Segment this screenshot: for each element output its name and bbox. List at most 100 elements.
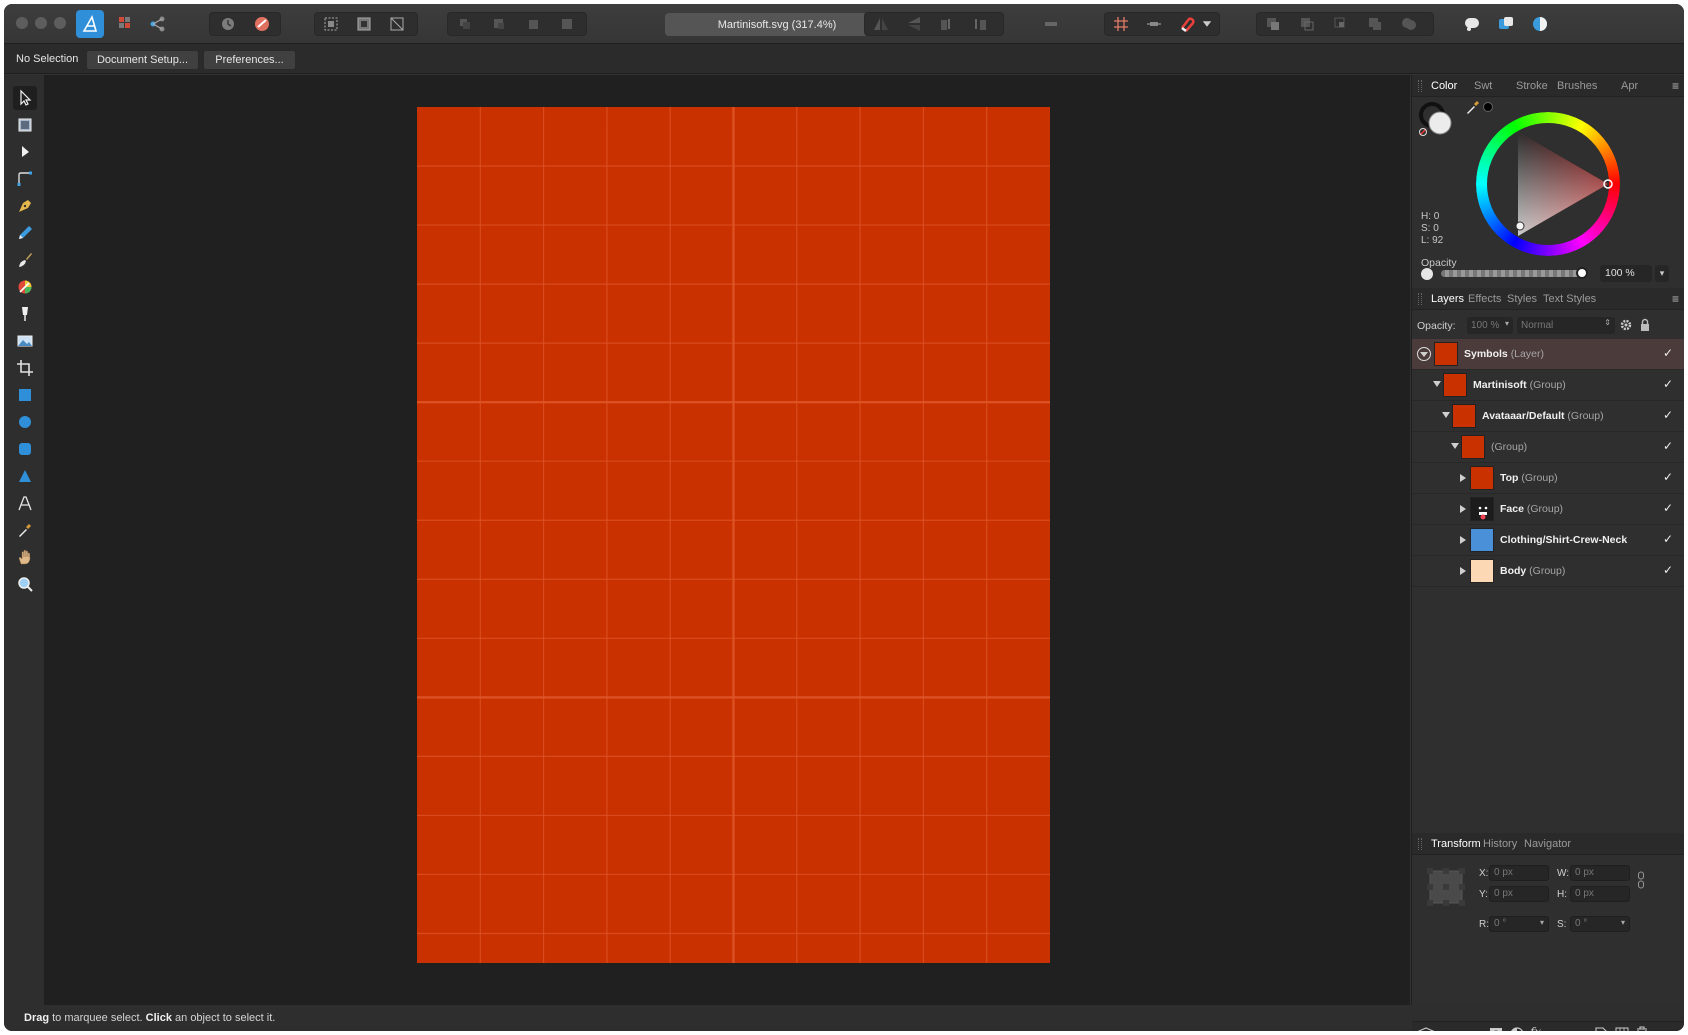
flip-horizontal-icon[interactable] (868, 12, 894, 36)
document-title[interactable]: Martinisoft.svg (317.4%) (665, 13, 889, 36)
node-tool-icon[interactable] (13, 140, 37, 164)
color-picker-tool-icon[interactable] (13, 518, 37, 542)
select-all-icon[interactable] (318, 12, 344, 36)
tab-transform[interactable]: Transform (1431, 838, 1481, 850)
xor-icon[interactable] (1362, 12, 1388, 36)
move-back-one-icon[interactable] (486, 12, 512, 36)
color-swatch-icon[interactable] (1527, 12, 1553, 36)
expand-chevron-right-icon[interactable] (1460, 474, 1466, 482)
tab-history[interactable]: History (1483, 838, 1517, 850)
place-image-tool-icon[interactable] (13, 329, 37, 353)
document-setup-button[interactable]: Document Setup... (86, 50, 199, 70)
anchor-point-selector[interactable] (1426, 867, 1466, 907)
grid-icon[interactable] (1108, 12, 1134, 36)
mask-icon[interactable] (1489, 1027, 1503, 1031)
layer-settings-gear-icon[interactable] (1619, 318, 1633, 332)
select-same-icon[interactable] (384, 12, 410, 36)
move-to-front-icon[interactable] (554, 12, 580, 36)
tab-styles[interactable]: Styles (1507, 293, 1537, 305)
opacity-dropdown-chevron-down-icon[interactable]: ▾ (1655, 265, 1669, 282)
w-field[interactable]: 0 px (1570, 865, 1630, 881)
rotation-field[interactable]: 0 ° ▾ (1489, 916, 1549, 932)
flip-vertical-icon[interactable] (901, 12, 927, 36)
snapping-icon[interactable] (249, 12, 275, 36)
h-field[interactable]: 0 px (1570, 886, 1630, 902)
layer-visibility-checkbox[interactable]: ✓ (1663, 564, 1675, 576)
align-middle-icon[interactable] (1141, 12, 1167, 36)
preferences-button[interactable]: Preferences... (203, 50, 296, 70)
collapse-chevron-down-icon[interactable] (1433, 381, 1441, 387)
rectangle-tool-icon[interactable] (13, 383, 37, 407)
y-field[interactable]: 0 px (1489, 886, 1549, 902)
tab-appearance[interactable]: Apr (1621, 80, 1638, 92)
close-window-button[interactable] (16, 17, 28, 29)
snapping-options-chevron-down-icon[interactable] (1200, 12, 1214, 36)
hand-tool-icon[interactable] (13, 545, 37, 569)
artboard-tool-icon[interactable] (13, 113, 37, 137)
align-icon[interactable] (1038, 12, 1064, 36)
fx-icon[interactable]: fx (1530, 1025, 1541, 1031)
tab-text-styles[interactable]: Text Styles (1543, 293, 1596, 305)
crop-tool-icon[interactable] (13, 356, 37, 380)
expand-chevron-right-icon[interactable] (1460, 567, 1466, 575)
artboard[interactable] (417, 107, 1050, 963)
vector-brush-tool-icon[interactable] (13, 248, 37, 272)
panel-menu-icon[interactable]: ≡ (1672, 79, 1679, 93)
fill-tool-icon[interactable] (13, 275, 37, 299)
layer-visibility-checkbox[interactable]: ✓ (1663, 347, 1675, 359)
collapse-chevron-down-icon[interactable] (1451, 443, 1459, 449)
layer-row[interactable]: Symbols (Layer) ✓ (1412, 339, 1684, 370)
layer-visibility-checkbox[interactable]: ✓ (1663, 440, 1675, 452)
adjustment-icon[interactable] (1510, 1027, 1524, 1031)
tab-layers[interactable]: Layers (1431, 293, 1464, 305)
move-to-back-icon[interactable] (452, 12, 478, 36)
move-forward-one-icon[interactable] (520, 12, 546, 36)
opacity-slider-handle[interactable] (1576, 267, 1588, 279)
tab-brushes[interactable]: Brushes (1557, 80, 1597, 92)
zoom-window-button[interactable] (54, 17, 66, 29)
add-group-icon[interactable] (1615, 1027, 1629, 1031)
layer-row[interactable]: Clothing/Shirt-Crew-Neck ✓ (1412, 525, 1684, 556)
panel-menu-icon[interactable]: ≡ (1672, 292, 1679, 306)
layer-row[interactable]: Avataaar/Default (Group) ✓ (1412, 401, 1684, 432)
panel-grip[interactable] (1418, 293, 1422, 305)
collapse-chevron-down-icon[interactable] (1442, 412, 1450, 418)
layer-row[interactable]: Martinisoft (Group) ✓ (1412, 370, 1684, 401)
add-layer-icon[interactable] (1595, 1027, 1607, 1031)
layer-visibility-checkbox[interactable]: ✓ (1663, 409, 1675, 421)
layer-row[interactable]: Top (Group) ✓ (1412, 463, 1684, 494)
expand-chevron-right-icon[interactable] (1460, 505, 1466, 513)
zoom-tool-icon[interactable] (13, 572, 37, 596)
tab-stroke[interactable]: Stroke (1516, 80, 1548, 92)
layer-visibility-checkbox[interactable]: ✓ (1663, 502, 1675, 514)
layer-visibility-checkbox[interactable]: ✓ (1663, 533, 1675, 545)
export-persona-icon[interactable] (145, 12, 171, 36)
expand-layer-chevron-down-icon[interactable] (1417, 347, 1431, 361)
app-logo-icon[interactable] (76, 10, 104, 38)
minimize-window-button[interactable] (35, 17, 47, 29)
snapping-magnet-icon[interactable] (1174, 12, 1200, 36)
x-field[interactable]: 0 px (1489, 865, 1549, 881)
color-wheel[interactable] (1472, 108, 1624, 260)
opacity-value-field[interactable]: 100 % (1600, 265, 1652, 282)
opacity-slider[interactable] (1441, 267, 1588, 279)
move-tool-icon[interactable] (13, 86, 37, 110)
layers-stack-icon[interactable] (1418, 1027, 1434, 1031)
corner-tool-icon[interactable] (13, 167, 37, 191)
triangle-tool-icon[interactable] (13, 464, 37, 488)
expand-chevron-right-icon[interactable] (1460, 536, 1466, 544)
shear-field[interactable]: 0 ° ▾ (1570, 916, 1630, 932)
rotate-right-icon[interactable] (967, 12, 993, 36)
ellipse-tool-icon[interactable] (13, 410, 37, 434)
canvas[interactable] (44, 75, 1410, 1005)
transparency-tool-icon[interactable] (13, 302, 37, 326)
fill-stroke-swatch[interactable] (1418, 101, 1458, 141)
delete-layer-trash-icon[interactable] (1636, 1026, 1648, 1031)
tab-navigator[interactable]: Navigator (1524, 838, 1571, 850)
divide-icon[interactable] (1396, 12, 1422, 36)
studio-toggle-icon[interactable] (1459, 12, 1485, 36)
panel-grip[interactable] (1418, 838, 1422, 850)
panel-grip[interactable] (1418, 80, 1422, 92)
rounded-rectangle-tool-icon[interactable] (13, 437, 37, 461)
rotate-left-icon[interactable] (934, 12, 960, 36)
